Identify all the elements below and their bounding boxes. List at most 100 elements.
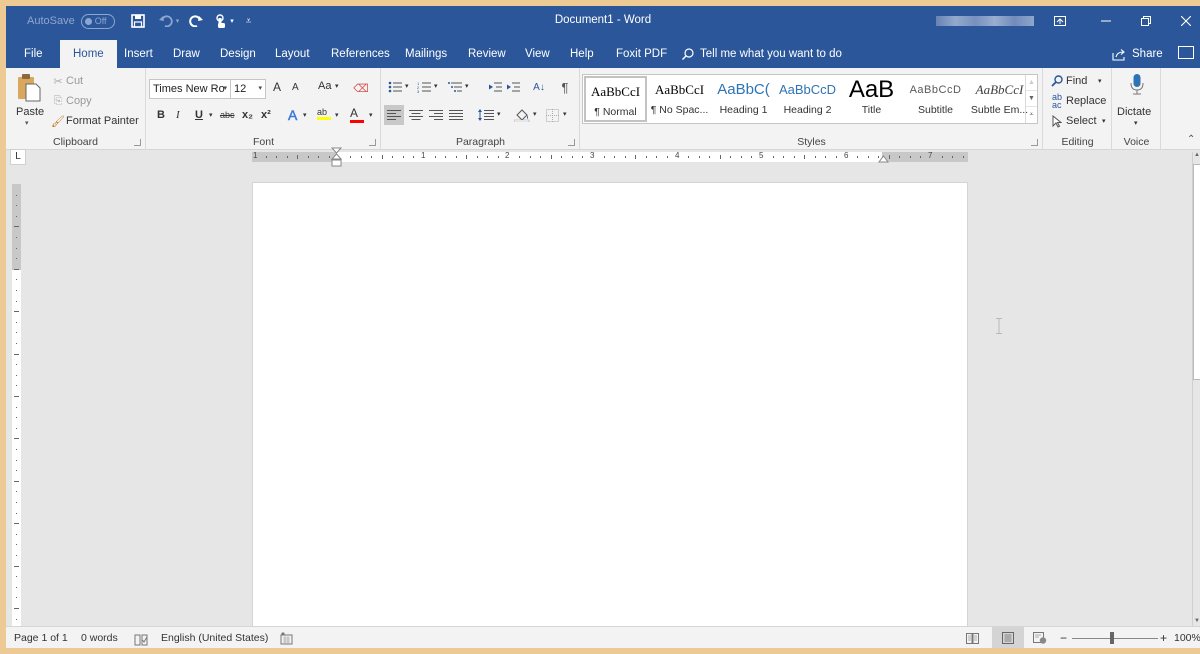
print-layout-icon[interactable] — [992, 627, 1024, 648]
restore-button[interactable] — [1126, 6, 1166, 36]
page-count[interactable]: Page 1 of 1 — [14, 627, 68, 648]
language-indicator[interactable]: English (United States) — [161, 627, 268, 648]
tab-home[interactable]: Home — [60, 40, 117, 68]
text-effects-dropdown-icon[interactable]: ▾ — [303, 111, 307, 119]
select-dropdown-icon[interactable]: ▾ — [1102, 117, 1106, 125]
vertical-scrollbar[interactable]: ▲ ▼ — [1192, 152, 1200, 628]
tab-view[interactable]: View — [513, 40, 562, 68]
align-right-icon[interactable] — [426, 105, 446, 125]
style-no-spacing[interactable]: AaBbCcI ¶ No Spac... — [648, 76, 711, 122]
cut-button[interactable]: Cut — [66, 75, 83, 87]
style-title[interactable]: AaB Title — [840, 76, 903, 122]
tab-design[interactable]: Design — [208, 40, 268, 68]
proofing-icon[interactable] — [134, 632, 148, 646]
read-mode-icon[interactable] — [956, 627, 988, 648]
subscript-button[interactable]: x₂ — [242, 109, 253, 121]
tab-review[interactable]: Review — [456, 40, 518, 68]
strikethrough-button[interactable]: abc — [220, 110, 235, 120]
font-color-button[interactable]: A — [350, 106, 364, 123]
minimize-button[interactable] — [1086, 6, 1126, 36]
style-normal[interactable]: AaBbCcI ¶ Normal — [584, 76, 647, 122]
decrease-indent-icon[interactable] — [486, 78, 504, 96]
zoom-out-button[interactable]: − — [1060, 627, 1067, 648]
microphone-icon[interactable] — [1127, 72, 1147, 98]
horizontal-ruler[interactable]: 1 1 2 3 4 5 6 7 — [252, 151, 968, 162]
find-dropdown-icon[interactable]: ▾ — [1098, 77, 1102, 85]
multilevel-list-icon[interactable] — [446, 78, 464, 96]
ribbon-display-options-icon[interactable] — [1040, 6, 1080, 36]
tab-mailings[interactable]: Mailings — [393, 40, 459, 68]
tab-references[interactable]: References — [319, 40, 402, 68]
tab-draw[interactable]: Draw — [161, 40, 212, 68]
format-painter-button[interactable]: Format Painter — [66, 115, 139, 127]
tab-file[interactable]: File — [12, 40, 55, 68]
web-layout-icon[interactable] — [1024, 627, 1056, 648]
superscript-button[interactable]: x² — [261, 109, 271, 121]
align-left-icon[interactable] — [384, 105, 404, 125]
highlight-button[interactable]: ab — [317, 107, 331, 120]
replace-button[interactable]: Replace — [1066, 95, 1106, 107]
shading-dropdown-icon[interactable]: ▾ — [533, 110, 537, 118]
font-color-dropdown-icon[interactable]: ▾ — [369, 111, 373, 119]
multilevel-dropdown-icon[interactable]: ▾ — [465, 82, 469, 90]
bullets-dropdown-icon[interactable]: ▾ — [405, 82, 409, 90]
style-subtle-emphasis[interactable]: AaBbCcI Subtle Em... — [968, 76, 1031, 122]
tab-insert[interactable]: Insert — [112, 40, 165, 68]
find-button[interactable]: Find — [1066, 75, 1087, 87]
font-size-combo[interactable]: 12 ▾ — [230, 79, 266, 99]
gallery-scroll-down-icon[interactable]: ▼ — [1026, 91, 1037, 107]
numbering-icon[interactable]: 123 — [415, 78, 433, 96]
indent-markers[interactable] — [331, 147, 343, 173]
tell-me-search[interactable]: Tell me what you want to do — [682, 40, 842, 68]
change-case-dropdown-icon[interactable]: ▾ — [335, 82, 339, 90]
text-effects-button[interactable]: A — [288, 107, 298, 124]
right-indent-marker[interactable] — [878, 155, 890, 165]
zoom-slider-track[interactable] — [1072, 638, 1158, 639]
account-name-blurred[interactable] — [936, 16, 1034, 26]
align-center-icon[interactable] — [406, 105, 426, 125]
show-formatting-marks-button[interactable]: ¶ — [556, 78, 574, 96]
underline-button[interactable]: U — [195, 109, 203, 121]
scroll-up-icon[interactable]: ▲ — [1193, 152, 1200, 162]
bullets-icon[interactable] — [386, 78, 404, 96]
borders-icon[interactable] — [542, 105, 562, 125]
font-dialog-launcher[interactable] — [369, 139, 376, 146]
bold-button[interactable]: B — [157, 109, 165, 121]
paste-icon[interactable] — [14, 72, 44, 104]
justify-icon[interactable] — [446, 105, 466, 125]
underline-dropdown-icon[interactable]: ▾ — [209, 111, 213, 119]
tab-layout[interactable]: Layout — [263, 40, 322, 68]
gallery-scroll-up-icon[interactable]: ▲ — [1026, 75, 1037, 91]
select-button[interactable]: Select — [1066, 115, 1097, 127]
highlight-dropdown-icon[interactable]: ▾ — [335, 111, 339, 119]
style-heading-1[interactable]: AaBbC( Heading 1 — [712, 76, 775, 122]
clear-formatting-icon[interactable]: ⌫ — [352, 79, 370, 97]
dictate-dropdown-icon[interactable]: ▾ — [1134, 119, 1138, 127]
grow-font-button[interactable]: A — [273, 80, 281, 94]
font-name-combo[interactable]: Times New Ro ▾ — [149, 79, 231, 99]
styles-dialog-launcher[interactable] — [1031, 139, 1038, 146]
numbering-dropdown-icon[interactable]: ▾ — [434, 82, 438, 90]
tab-help[interactable]: Help — [558, 40, 606, 68]
borders-dropdown-icon[interactable]: ▾ — [563, 110, 567, 118]
zoom-slider-thumb[interactable] — [1110, 632, 1114, 644]
copy-button[interactable]: Copy — [66, 95, 92, 107]
comments-icon[interactable] — [1178, 46, 1194, 59]
paragraph-dialog-launcher[interactable] — [568, 139, 575, 146]
change-case-button[interactable]: Aa — [318, 80, 331, 92]
shrink-font-button[interactable]: A — [292, 82, 299, 93]
sort-button[interactable]: A↓ — [530, 78, 548, 96]
close-button[interactable] — [1166, 6, 1200, 36]
line-spacing-dropdown-icon[interactable]: ▾ — [497, 110, 501, 118]
share-button[interactable]: Share — [1112, 40, 1163, 68]
scrollbar-thumb[interactable] — [1193, 164, 1200, 380]
vertical-ruler[interactable] — [12, 184, 21, 636]
gallery-more-icon[interactable]: ⩡ — [1026, 107, 1037, 123]
zoom-in-button[interactable]: + — [1160, 627, 1167, 648]
style-subtitle[interactable]: AaBbCcD Subtitle — [904, 76, 967, 122]
paste-button[interactable]: Paste — [16, 106, 44, 118]
line-spacing-icon[interactable] — [476, 105, 496, 125]
shading-icon[interactable] — [512, 105, 532, 125]
style-heading-2[interactable]: AaBbCcD Heading 2 — [776, 76, 839, 122]
macro-recording-icon[interactable] — [280, 631, 293, 645]
